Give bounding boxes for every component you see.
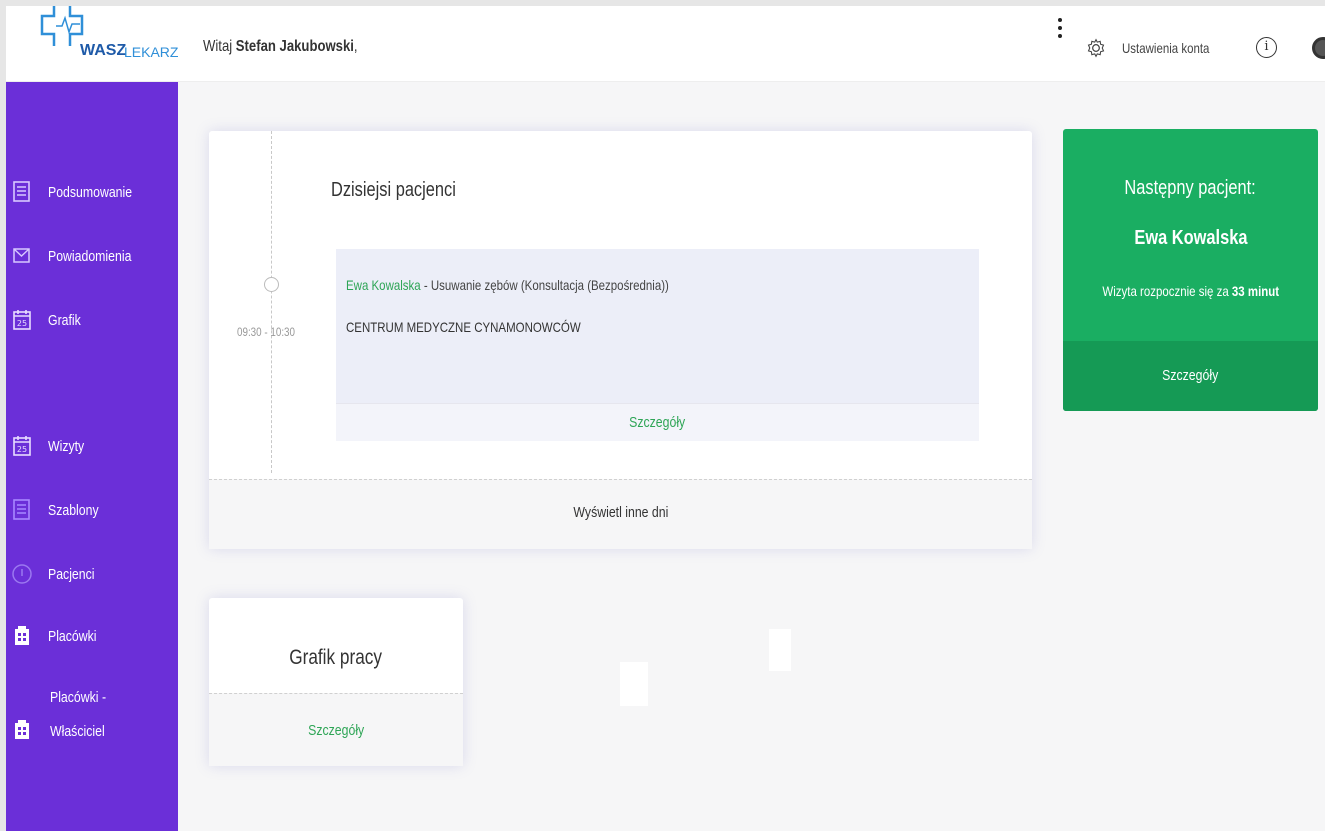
- sidebar-item-powiadomienia[interactable]: Powiadomienia: [6, 238, 178, 274]
- next-patient-name: Ewa Kowalska: [1133, 227, 1248, 249]
- account-settings-link[interactable]: Ustawienia konta: [1122, 40, 1209, 56]
- sidebar-item-label: Pacjenci: [48, 566, 95, 583]
- patient-link[interactable]: Ewa Kowalska: [346, 277, 421, 293]
- sidebar-item-label: Podsumowanie: [48, 184, 133, 201]
- sidebar-item-label: Placówki -: [50, 689, 107, 706]
- schedule-title: Grafik pracy: [289, 646, 383, 669]
- sidebar-item-placowki-wlasciciel[interactable]: Placówki - Właściciel: [6, 684, 178, 746]
- sidebar-item-label-2: Właściciel: [50, 723, 105, 740]
- user-icon: [12, 564, 32, 584]
- svg-text:25: 25: [17, 319, 27, 328]
- show-other-days-button[interactable]: Wyświetl inne dni: [209, 479, 1032, 549]
- gear-icon[interactable]: [1086, 38, 1106, 58]
- next-patient-card: Następny pacjent: Ewa Kowalska Wizyta ro…: [1063, 129, 1318, 411]
- sidebar-item-label: Wizyty: [48, 438, 85, 455]
- envelope-icon: [13, 248, 30, 263]
- sidebar-item-wizyty[interactable]: 25 Wizyty: [6, 428, 178, 464]
- next-patient-countdown: Wizyta rozpocznie się za 33 minut: [1102, 283, 1279, 299]
- next-patient-details-button[interactable]: Szczegóły: [1063, 341, 1318, 411]
- sidebar-item-label: Placówki: [48, 628, 97, 645]
- top-bar: WASZ LEKARZ Witaj Stefan Jakubowski, Ust…: [6, 6, 1325, 82]
- sidebar-item-label: Powiadomienia: [48, 248, 132, 265]
- show-other-days-label: Wyświetl inne dni: [573, 504, 668, 521]
- visit-facility: CENTRUM MEDYCZNE CYNAMONOWCÓW: [346, 319, 581, 335]
- more-options-icon[interactable]: [1056, 14, 1064, 54]
- visit-description: Ewa Kowalska - Usuwanie zębów (Konsultac…: [346, 277, 669, 293]
- sidebar-item-label: Szablony: [48, 502, 99, 519]
- welcome-text: Witaj Stefan Jakubowski,: [203, 38, 358, 56]
- document-icon: [13, 499, 30, 520]
- logo-wasz: WASZ: [80, 42, 127, 59]
- sidebar-item-label: Grafik: [48, 312, 81, 329]
- visit-entry: Ewa Kowalska - Usuwanie zębów (Konsultac…: [336, 249, 979, 441]
- building-icon: [15, 626, 29, 645]
- svg-text:25: 25: [17, 445, 27, 454]
- today-patients-card: 09:30 - 10:30 Dzisiejsi pacjenci Ewa Kow…: [209, 131, 1032, 549]
- sidebar-item-pacjenci[interactable]: Pacjenci: [6, 556, 178, 592]
- work-schedule-card: Grafik pracy Szczegóły: [209, 598, 463, 766]
- sidebar: Podsumowanie Powiadomienia 25 Grafik 25 …: [6, 82, 178, 831]
- schedule-details-link[interactable]: Szczegóły: [308, 722, 364, 739]
- info-icon[interactable]: i: [1256, 37, 1277, 58]
- visit-footer: Szczegóły: [336, 403, 979, 441]
- blank-block: [769, 629, 791, 671]
- document-icon: [13, 181, 30, 202]
- calendar-icon: 25: [13, 310, 31, 330]
- greeting-suffix: ,: [353, 38, 358, 55]
- visit-service: - Usuwanie zębów (Konsultacja (Bezpośred…: [420, 277, 669, 293]
- visit-time: 09:30 - 10:30: [237, 325, 296, 339]
- logo-lekarz: LEKARZ: [124, 44, 179, 60]
- timeline-line: [271, 131, 272, 473]
- blank-block: [620, 662, 648, 706]
- user-avatar-icon[interactable]: [1312, 37, 1325, 59]
- sidebar-item-szablony[interactable]: Szablony: [6, 492, 178, 528]
- next-patient-heading: Następny pacjent:: [1124, 177, 1257, 199]
- sidebar-item-placowki[interactable]: Placówki: [6, 618, 178, 654]
- sidebar-item-podsumowanie[interactable]: Podsumowanie: [6, 174, 178, 210]
- schedule-footer: Szczegóły: [209, 693, 463, 766]
- next-patient-details-label: Szczegóły: [1162, 367, 1219, 384]
- greeting: Witaj: [203, 38, 236, 55]
- logo[interactable]: WASZ LEKARZ: [30, 6, 180, 72]
- app-window: WASZ LEKARZ Witaj Stefan Jakubowski, Ust…: [6, 6, 1325, 831]
- timeline-dot: [264, 277, 279, 292]
- calendar-icon: 25: [13, 436, 31, 456]
- sidebar-item-grafik[interactable]: 25 Grafik: [6, 302, 178, 338]
- visit-details-link[interactable]: Szczegóły: [629, 414, 685, 431]
- card-title: Dzisiejsi pacjenci: [331, 179, 456, 201]
- user-name: Stefan Jakubowski: [235, 38, 354, 55]
- building-icon: [15, 720, 29, 739]
